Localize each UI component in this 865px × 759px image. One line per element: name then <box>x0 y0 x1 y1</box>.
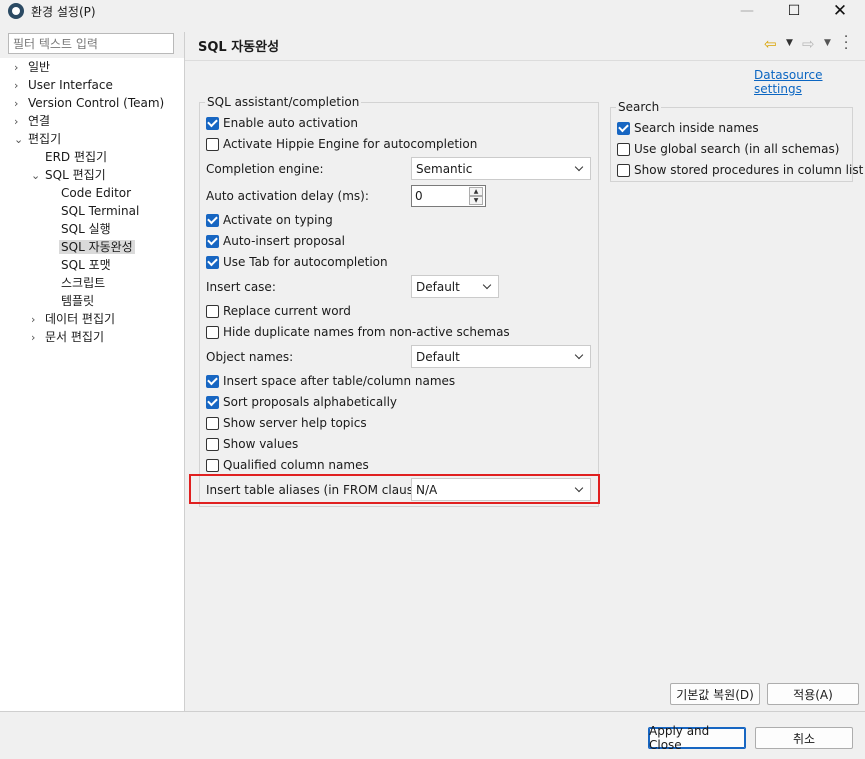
hide-duplicate-names-checkbox[interactable]: Hide duplicate names from non-active sch… <box>206 323 510 341</box>
checkbox-unchecked-icon[interactable] <box>206 325 219 339</box>
chevron-right-icon[interactable]: › <box>31 311 45 329</box>
checkbox-unchecked-icon[interactable] <box>206 416 219 430</box>
tree-item-document-editor[interactable]: › 문서 편집기 <box>31 328 104 346</box>
app-icon <box>8 3 24 19</box>
sort-alphabetically-checkbox[interactable]: Sort proposals alphabetically <box>206 393 397 411</box>
show-server-help-checkbox[interactable]: Show server help topics <box>206 414 367 432</box>
chevron-down-icon <box>575 162 585 174</box>
checkbox-unchecked-icon[interactable] <box>206 458 219 472</box>
back-dropdown-icon[interactable]: ▼ <box>786 38 793 48</box>
tree-item-editors[interactable]: ⌄ 편집기 <box>14 130 61 148</box>
auto-activation-delay-spinner[interactable]: 0 ▲ ▼ <box>411 185 486 207</box>
close-button[interactable]: ✕ <box>817 0 863 22</box>
checkbox-unchecked-icon[interactable] <box>206 437 219 451</box>
checkbox-checked-icon[interactable] <box>206 234 219 248</box>
tree-item-code-editor[interactable]: Code Editor <box>61 184 131 202</box>
tree-item-sql-execution[interactable]: SQL 실행 <box>61 220 111 238</box>
spin-down-icon[interactable]: ▼ <box>469 196 483 205</box>
use-tab-checkbox[interactable]: Use Tab for autocompletion <box>206 253 388 271</box>
tree-item-version-control[interactable]: › Version Control (Team) <box>14 94 164 112</box>
enable-auto-activation-checkbox[interactable]: Enable auto activation <box>206 114 358 132</box>
chevron-right-icon[interactable]: › <box>14 77 28 95</box>
checkbox-checked-icon[interactable] <box>206 116 219 130</box>
show-values-checkbox[interactable]: Show values <box>206 435 298 453</box>
auto-insert-proposal-checkbox[interactable]: Auto-insert proposal <box>206 232 345 250</box>
back-arrow-icon[interactable]: ⇦ <box>764 35 777 53</box>
hippie-engine-checkbox[interactable]: Activate Hippie Engine for autocompletio… <box>206 135 477 153</box>
tree-item-templates[interactable]: 템플릿 <box>61 292 94 310</box>
completion-engine-select[interactable]: Semantic <box>411 157 591 180</box>
insert-case-label: Insert case: <box>206 280 276 294</box>
search-inside-names-checkbox[interactable]: Search inside names <box>617 119 759 137</box>
spin-up-icon[interactable]: ▲ <box>469 187 483 196</box>
activate-on-typing-checkbox[interactable]: Activate on typing <box>206 211 333 229</box>
restore-defaults-button[interactable]: 기본값 복원(D) <box>670 683 760 705</box>
preferences-tree: › 일반 › User Interface › Version Control (Te… <box>0 58 184 711</box>
apply-button[interactable]: 적용(A) <box>767 683 859 705</box>
page-title: SQL 자동완성 <box>198 40 280 55</box>
tree-item-sql-autocomplete[interactable]: SQL 자동완성 <box>59 238 135 256</box>
chevron-down-icon <box>575 350 585 362</box>
completion-engine-label: Completion engine: <box>206 162 324 176</box>
cancel-button[interactable]: 취소 <box>755 727 853 749</box>
auto-activation-delay-label: Auto activation delay (ms): <box>206 189 369 203</box>
apply-and-close-button[interactable]: Apply and Close <box>648 724 746 752</box>
object-names-label: Object names: <box>206 350 294 364</box>
checkbox-unchecked-icon[interactable] <box>206 137 219 151</box>
checkbox-checked-icon[interactable] <box>206 374 219 388</box>
insert-case-select[interactable]: Default <box>411 275 499 298</box>
tree-item-connection[interactable]: › 연결 <box>14 112 50 130</box>
object-names-select[interactable]: Default <box>411 345 591 368</box>
checkbox-checked-icon[interactable] <box>206 213 219 227</box>
chevron-right-icon[interactable]: › <box>14 113 28 131</box>
checkbox-checked-icon[interactable] <box>206 395 219 409</box>
checkbox-checked-icon[interactable] <box>617 121 630 135</box>
highlight-box <box>189 474 600 504</box>
checkbox-checked-icon[interactable] <box>206 255 219 269</box>
checkbox-unchecked-icon[interactable] <box>617 142 630 156</box>
window-title: 환경 설정(P) <box>31 5 96 19</box>
chevron-down-icon[interactable]: ⌄ <box>14 131 28 149</box>
chevron-down-icon[interactable]: ⌄ <box>31 167 45 185</box>
chevron-down-icon <box>483 280 493 292</box>
show-stored-procedures-checkbox[interactable]: Show stored procedures in column list <box>617 161 863 179</box>
checkbox-unchecked-icon[interactable] <box>206 304 219 318</box>
tree-item-sql-format[interactable]: SQL 포맷 <box>61 256 111 274</box>
maximize-button[interactable]: ☐ <box>771 0 817 22</box>
insert-space-checkbox[interactable]: Insert space after table/column names <box>206 372 455 390</box>
tree-item-data-editor[interactable]: › 데이터 편집기 <box>31 310 115 328</box>
forward-dropdown-icon[interactable]: ▼ <box>824 38 831 48</box>
chevron-right-icon[interactable]: › <box>14 95 28 113</box>
global-search-checkbox[interactable]: Use global search (in all schemas) <box>617 140 839 158</box>
footer-divider <box>0 711 865 712</box>
tree-item-sql-editor[interactable]: ⌄ SQL 편집기 <box>31 166 106 184</box>
chevron-right-icon[interactable]: › <box>14 59 28 77</box>
header-divider <box>185 60 865 61</box>
assistant-group-title: SQL assistant/completion <box>205 95 362 109</box>
view-menu-icon[interactable]: · · · <box>844 31 852 56</box>
delay-value[interactable]: 0 <box>415 189 423 203</box>
search-group-title: Search <box>616 100 662 114</box>
tree-item-sql-terminal[interactable]: SQL Terminal <box>61 202 139 220</box>
minimize-button[interactable]: — <box>724 0 770 22</box>
forward-arrow-icon[interactable]: ⇨ <box>802 35 815 53</box>
panel-divider[interactable] <box>184 32 185 711</box>
tree-item-user-interface[interactable]: › User Interface <box>14 76 113 94</box>
datasource-settings-link[interactable]: Datasource settings <box>754 68 865 96</box>
filter-input[interactable] <box>8 33 174 54</box>
replace-current-word-checkbox[interactable]: Replace current word <box>206 302 351 320</box>
tree-item-erd-editor[interactable]: ERD 편집기 <box>45 148 107 166</box>
qualified-column-names-checkbox[interactable]: Qualified column names <box>206 456 369 474</box>
checkbox-unchecked-icon[interactable] <box>617 163 630 177</box>
chevron-right-icon[interactable]: › <box>31 329 45 347</box>
tree-item-scripts[interactable]: 스크립트 <box>61 274 105 292</box>
tree-item-general[interactable]: › 일반 <box>14 58 50 76</box>
